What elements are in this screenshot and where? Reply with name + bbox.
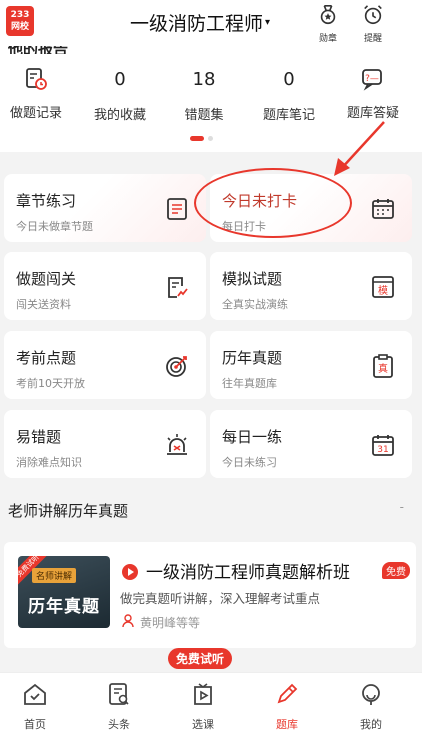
remind-label: 提醒 <box>363 34 382 44</box>
thumb-title: 历年真题 <box>28 597 100 617</box>
play-icon <box>122 564 138 580</box>
remind-button[interactable]: 提醒 <box>355 4 391 44</box>
card-pre-exam-tips[interactable]: 考前点题 考前10天开放 <box>4 331 206 399</box>
section-more[interactable]: - <box>400 500 404 514</box>
profile-icon <box>362 684 380 705</box>
course-icon <box>194 683 212 705</box>
teacher-icon <box>122 614 134 628</box>
card-title: 易错题 <box>16 428 62 446</box>
stat-notes[interactable]: 0 题库笔记 <box>247 66 331 123</box>
nav-label: 题库 <box>276 718 298 731</box>
free-trial-button[interactable]: 免费试听 <box>168 648 233 669</box>
alarm-icon <box>167 434 187 455</box>
exam-selector[interactable]: 一级消防工程师 ▾ <box>130 9 270 36</box>
card-subtitle: 考前10天开放 <box>16 377 85 390</box>
nav-question-bank[interactable]: 题库 <box>252 681 322 732</box>
card-title: 做题闯关 <box>16 270 77 288</box>
card-title: 章节练习 <box>16 192 77 210</box>
card-chapter-practice[interactable]: 章节练习 今日未做章节题 <box>4 174 206 242</box>
target-icon <box>166 356 187 377</box>
nav-label: 我的 <box>360 718 382 731</box>
list-document-icon <box>167 198 187 220</box>
bottom-nav: 首页 头条 选课 题库 我的 <box>0 672 422 739</box>
clock-document-icon <box>26 68 47 90</box>
pencil-icon <box>277 683 298 704</box>
stat-value: 18 <box>192 69 216 90</box>
course-thumbnail: 免费试听 名师讲解 历年真题 <box>18 556 110 628</box>
stat-value: 0 <box>114 69 126 90</box>
stat-qa[interactable]: ?— 题库答疑 <box>331 66 415 121</box>
card-level-challenge[interactable]: 做题闯关 闯关送资料 <box>4 252 206 320</box>
page-dot <box>208 136 213 141</box>
mock-exam-glyph: 模 <box>378 285 388 297</box>
card-title: 每日一练 <box>222 428 283 446</box>
card-subtitle: 闯关送资料 <box>16 298 71 311</box>
badge-label: 勋章 <box>318 34 337 44</box>
app-header: 233 网校 一级消防工程师 ▾ 勋章 提醒 <box>0 0 422 46</box>
course-description: 做完真题听讲解，深入理解考试重点 <box>120 591 321 606</box>
calendar-31-glyph: 31 <box>377 445 388 455</box>
card-subtitle: 消除难点知识 <box>16 456 82 469</box>
nav-label: 头条 <box>108 718 130 731</box>
svg-text:?—: ?— <box>365 74 379 84</box>
nav-label: 首页 <box>24 718 46 731</box>
course-card[interactable]: 免费试听 名师讲解 历年真题 一级消防工程师真题解析班 免费 做完真题听讲解，深… <box>4 542 416 648</box>
logo-text-bottom: 网校 <box>10 22 29 32</box>
news-icon <box>109 683 129 705</box>
card-error-prone[interactable]: 易错题 消除难点知识 <box>4 410 206 478</box>
thumb-tag: 名师讲解 <box>32 568 77 583</box>
app-logo[interactable]: 233 网校 <box>6 6 34 36</box>
section-title: 老师讲解历年真题 <box>8 502 129 520</box>
stat-label: 题库笔记 <box>262 108 315 123</box>
page-title: 一级消防工程师 <box>130 13 264 35</box>
stat-label: 我的收藏 <box>93 108 146 123</box>
logo-text-top: 233 <box>10 10 30 20</box>
card-mock-exam[interactable]: 模拟试题 全真实战演练 模 <box>210 252 412 320</box>
page-indicator <box>190 136 213 141</box>
stat-practice-record[interactable]: 做题记录 <box>0 66 78 121</box>
card-title: 今日未打卡 <box>222 192 298 210</box>
home-icon <box>24 683 46 705</box>
calendar-icon <box>372 199 394 219</box>
course-teacher: 黄明峰等等 <box>140 616 201 630</box>
free-badge: 免费 <box>382 562 410 579</box>
stat-favorites[interactable]: 0 我的收藏 <box>78 66 162 123</box>
nav-label: 选课 <box>192 718 214 731</box>
stat-label: 题库答疑 <box>346 106 399 121</box>
real-exam-icon: 真 <box>373 354 393 378</box>
question-bubble-icon: ?— <box>362 69 382 91</box>
card-daily-checkin[interactable]: 今日未打卡 每日打卡 <box>210 174 412 242</box>
stat-label: 做题记录 <box>9 106 62 121</box>
card-subtitle: 往年真题库 <box>222 377 277 390</box>
card-title: 考前点题 <box>16 349 77 367</box>
card-past-exams[interactable]: 历年真题 往年真题库 真 <box>210 331 412 399</box>
card-subtitle: 每日打卡 <box>222 220 266 233</box>
calendar-31-icon: 31 <box>372 435 394 456</box>
mock-exam-icon: 模 <box>372 276 394 298</box>
card-subtitle: 全真实战演练 <box>222 298 288 311</box>
card-title: 历年真题 <box>222 349 283 367</box>
chart-document-icon <box>168 277 188 298</box>
card-subtitle: 今日未做章节题 <box>16 220 93 233</box>
alarm-clock-icon <box>364 5 382 25</box>
course-name: 一级消防工程师真题解析班 <box>146 563 350 583</box>
stat-label: 错题集 <box>184 108 224 123</box>
card-title: 模拟试题 <box>222 270 283 288</box>
badge-button[interactable]: 勋章 <box>310 4 346 44</box>
nav-courses[interactable]: 选课 <box>168 681 238 732</box>
page-dot-active <box>190 136 204 141</box>
nav-news[interactable]: 头条 <box>84 681 154 732</box>
real-exam-glyph: 真 <box>378 362 388 375</box>
chevron-down-icon: ▾ <box>265 17 271 28</box>
nav-profile[interactable]: 我的 <box>336 681 406 732</box>
card-subtitle: 今日未练习 <box>222 456 277 469</box>
card-daily-practice[interactable]: 每日一练 今日未练习 31 <box>210 410 412 478</box>
stat-value: 0 <box>283 69 295 90</box>
medal-icon <box>320 5 336 25</box>
stat-wrong-questions[interactable]: 18 错题集 <box>162 66 246 123</box>
nav-home[interactable]: 首页 <box>0 681 70 732</box>
